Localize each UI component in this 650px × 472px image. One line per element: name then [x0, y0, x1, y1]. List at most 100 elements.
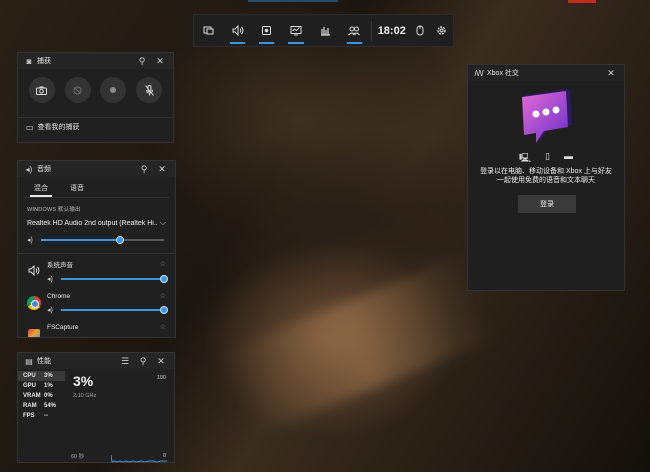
- graph-axis-right: 0: [162, 453, 166, 459]
- pin-icon[interactable]: ⚲: [137, 162, 151, 176]
- clock: 18:02: [377, 24, 406, 37]
- xbox-social-icon: [348, 26, 361, 36]
- widget-menu-button[interactable]: [194, 14, 223, 47]
- app-volume-row: ◂): [47, 269, 168, 287]
- app-name: FSCapture: [47, 323, 79, 331]
- output-device-name: Realtek HD Audio 2nd output (Realtek Hi.…: [27, 219, 157, 227]
- metric-cpu[interactable]: CPU 3%: [18, 371, 65, 381]
- mouse-icon: [416, 25, 424, 36]
- app-name: Chrome: [47, 292, 71, 300]
- sign-in-message: 登录以在电脑、移动设备和 Xbox 上与好友 一起使用免费的语音和文本聊天: [480, 168, 612, 184]
- graph-max: 100: [156, 375, 166, 381]
- audio-widget: ◂) 音频 ⚲ ✕ 混合 语音 WINDOWS 默认输出 Realtek HD …: [17, 160, 176, 338]
- screenshot-button[interactable]: [28, 77, 55, 103]
- window-edge: [248, 0, 338, 2]
- metric-big-value: 3%: [73, 373, 94, 389]
- metric-detail: 3% 2.10 GHz 100 60 秒 0: [65, 369, 174, 463]
- app-volume-system: 系统声音 ☆ ◂): [18, 254, 175, 287]
- metric-vram[interactable]: VRAM 0%: [18, 391, 65, 401]
- metric-frequency: 2.10 GHz: [73, 393, 97, 399]
- xbox-social-button[interactable]: [340, 14, 369, 47]
- slider-thumb[interactable]: [160, 306, 168, 314]
- slider-fill: [41, 239, 120, 241]
- performance-widget: ▤ 性能 ☰ ⚲ ✕ CPU 3% GPU 1% VRAM 0% RAM 54% FPS…: [17, 352, 175, 463]
- divider: [370, 20, 372, 41]
- camera-icon: [36, 86, 48, 95]
- metric-list: CPU 3% GPU 1% VRAM 0% RAM 54% FPS --: [18, 369, 65, 463]
- settings-icon: [437, 26, 446, 35]
- app-name: 系统声音: [47, 262, 73, 269]
- tab-voice[interactable]: 语音: [66, 181, 88, 197]
- tab-mix[interactable]: 混合: [30, 181, 52, 197]
- resources-button[interactable]: [311, 14, 340, 47]
- widget-menu-icon: [203, 26, 214, 35]
- settings-button[interactable]: [431, 14, 454, 47]
- see-my-captures-link[interactable]: ▭ 查看我的捕获: [18, 118, 173, 136]
- close-icon[interactable]: ✕: [153, 54, 167, 68]
- app-volume-row: ◂): [47, 300, 168, 318]
- volume-icon: ◂): [27, 237, 33, 244]
- fscapture-icon: [27, 327, 41, 337]
- output-device-select[interactable]: Realtek HD Audio 2nd output (Realtek Hi.…: [18, 215, 175, 231]
- metric-gpu[interactable]: GPU 1%: [18, 381, 65, 391]
- close-icon[interactable]: ✕: [155, 162, 169, 176]
- slider-thumb[interactable]: [115, 236, 124, 244]
- console-icon: ▬: [563, 151, 573, 161]
- xbox-social-widget: ꟿ Xbox 社交 ✕ 🖳 ▯ ▬ 登录以在电脑、移动设备和 Xbox 上与好友…: [467, 64, 625, 291]
- game-bar: 18:02: [193, 14, 454, 47]
- resources-icon: [320, 27, 330, 36]
- slider-fill: [61, 309, 164, 311]
- xbox-social-header[interactable]: ꟿ Xbox 社交 ✕: [468, 65, 624, 81]
- capture-title: 捕获: [37, 58, 51, 65]
- star-icon[interactable]: ☆: [160, 292, 166, 300]
- login-button[interactable]: 登录: [518, 195, 576, 213]
- options-icon[interactable]: ☰: [118, 354, 132, 368]
- audio-title: 音频: [37, 166, 51, 173]
- capture-actions: [18, 69, 173, 109]
- master-volume-slider[interactable]: [41, 236, 164, 244]
- start-recording-button[interactable]: [100, 77, 127, 103]
- close-icon[interactable]: ✕: [154, 354, 168, 368]
- mouse-button[interactable]: [410, 14, 431, 47]
- see-my-captures-label: 查看我的捕获: [37, 124, 80, 131]
- capture-icon: ◙: [26, 56, 32, 66]
- pin-icon[interactable]: ⚲: [136, 354, 150, 368]
- performance-title: 性能: [37, 358, 51, 365]
- audio-tabs: 混合 语音: [18, 177, 175, 197]
- window-close-edge: [568, 0, 596, 3]
- audio-button[interactable]: [223, 14, 252, 47]
- app-volume-slider[interactable]: [61, 306, 168, 314]
- device-icons: 🖳 ▯ ▬: [468, 151, 624, 167]
- close-icon[interactable]: ✕: [604, 66, 618, 80]
- slider-thumb[interactable]: [160, 275, 168, 283]
- performance-header[interactable]: ▤ 性能 ☰ ⚲ ✕: [18, 353, 174, 369]
- pin-icon[interactable]: ⚲: [135, 54, 149, 68]
- capture-widget: ◙ 捕获 ⚲ ✕ ▭ 查看我的捕获: [17, 52, 174, 143]
- slider-fill: [61, 278, 164, 280]
- xbox-social-icon: ꟿ: [474, 68, 484, 78]
- capture-button[interactable]: [252, 14, 281, 47]
- record-last-icon: [73, 86, 82, 94]
- performance-icon: [290, 26, 302, 36]
- chat-bubble-illustration: [522, 89, 572, 143]
- record-last-button[interactable]: [64, 77, 91, 103]
- app-volume-slider[interactable]: [61, 275, 168, 283]
- pc-icon: 🖳: [519, 153, 532, 163]
- audio-header[interactable]: ◂) 音频 ⚲ ✕: [18, 161, 175, 177]
- performance-icon: ▤: [25, 356, 33, 366]
- star-icon[interactable]: ☆: [160, 323, 166, 331]
- performance-button[interactable]: [281, 14, 310, 47]
- phone-icon: ▯: [545, 151, 550, 161]
- metric-ram[interactable]: RAM 54%: [18, 401, 65, 411]
- capture-header[interactable]: ◙ 捕获 ⚲ ✕: [18, 53, 173, 69]
- volume-icon: ◂): [47, 276, 53, 283]
- volume-icon: ◂): [47, 307, 53, 314]
- mic-toggle-button[interactable]: [136, 77, 163, 103]
- record-dot-icon: [110, 87, 117, 93]
- master-volume-row: ◂): [18, 231, 175, 249]
- graph-axis-left: 60 秒: [71, 454, 85, 460]
- metric-fps[interactable]: FPS --: [18, 411, 65, 421]
- mic-off-icon: [144, 84, 154, 96]
- star-icon[interactable]: ☆: [160, 260, 166, 268]
- gallery-icon: ▭: [26, 122, 34, 132]
